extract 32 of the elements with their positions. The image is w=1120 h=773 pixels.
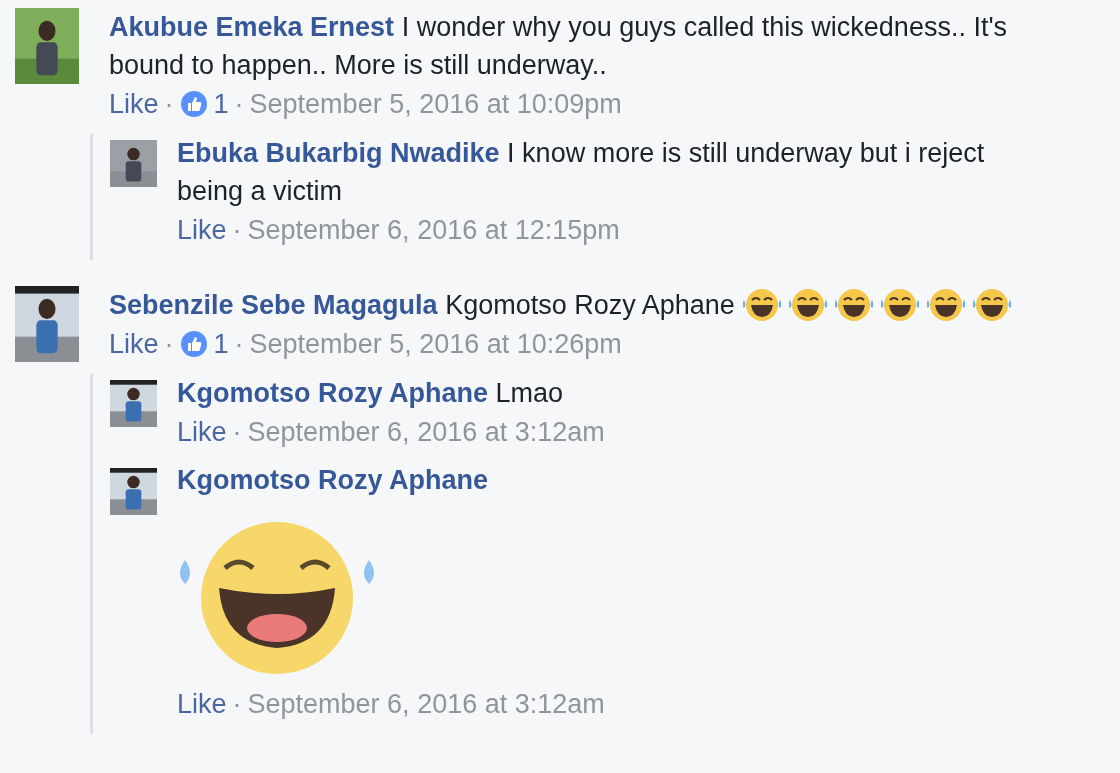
timestamp[interactable]: September 6, 2016 at 12:15pm [247, 210, 620, 250]
reply-text: Kgomotso Rozy Aphane Lmao [177, 377, 565, 410]
laughing-emoji-icon [834, 288, 873, 322]
like-link[interactable]: Like [109, 84, 159, 124]
separator: · [232, 416, 242, 449]
like-count: 1 [213, 88, 229, 121]
separator: · [232, 688, 242, 721]
separator: · [234, 328, 244, 361]
comment-text: Sebenzile Sebe Magagula Kgomotso Rozy Aphane [109, 289, 735, 322]
timestamp[interactable]: September 5, 2016 at 10:26pm [249, 324, 622, 364]
like-link[interactable]: Like [177, 210, 227, 250]
reply-text: Ebuka Bukarbig Nwadike I know more is still underway but i reject being a victim [177, 137, 986, 208]
separator: · [234, 88, 244, 121]
laughing-emoji-icon [880, 288, 919, 322]
laughing-emoji-icon [926, 288, 965, 322]
timestamp[interactable]: September 6, 2016 at 3:12am [247, 412, 605, 452]
like-count: 1 [213, 328, 229, 361]
laughing-emoji-icon [742, 288, 781, 322]
comment-text: Akubue Emeka Ernest I wonder why you guys called this wickedness.. It's bound to happen.. More is still underway.. [109, 11, 1009, 82]
like-link[interactable]: Like [177, 412, 227, 452]
timestamp[interactable]: September 6, 2016 at 3:12am [247, 684, 605, 724]
laughing-emoji-icon [788, 288, 827, 322]
like-link[interactable]: Like [177, 684, 227, 724]
separator: · [232, 214, 242, 247]
like-icon [179, 330, 208, 358]
like-icon [179, 90, 208, 118]
separator: · [164, 88, 174, 121]
separator: · [164, 328, 174, 361]
author-name[interactable]: Kgomotso Rozy Aphane [177, 465, 488, 495]
laughing-emoji-icon [972, 288, 1011, 322]
timestamp[interactable]: September 5, 2016 at 10:09pm [249, 84, 622, 124]
like-link[interactable]: Like [109, 324, 159, 364]
